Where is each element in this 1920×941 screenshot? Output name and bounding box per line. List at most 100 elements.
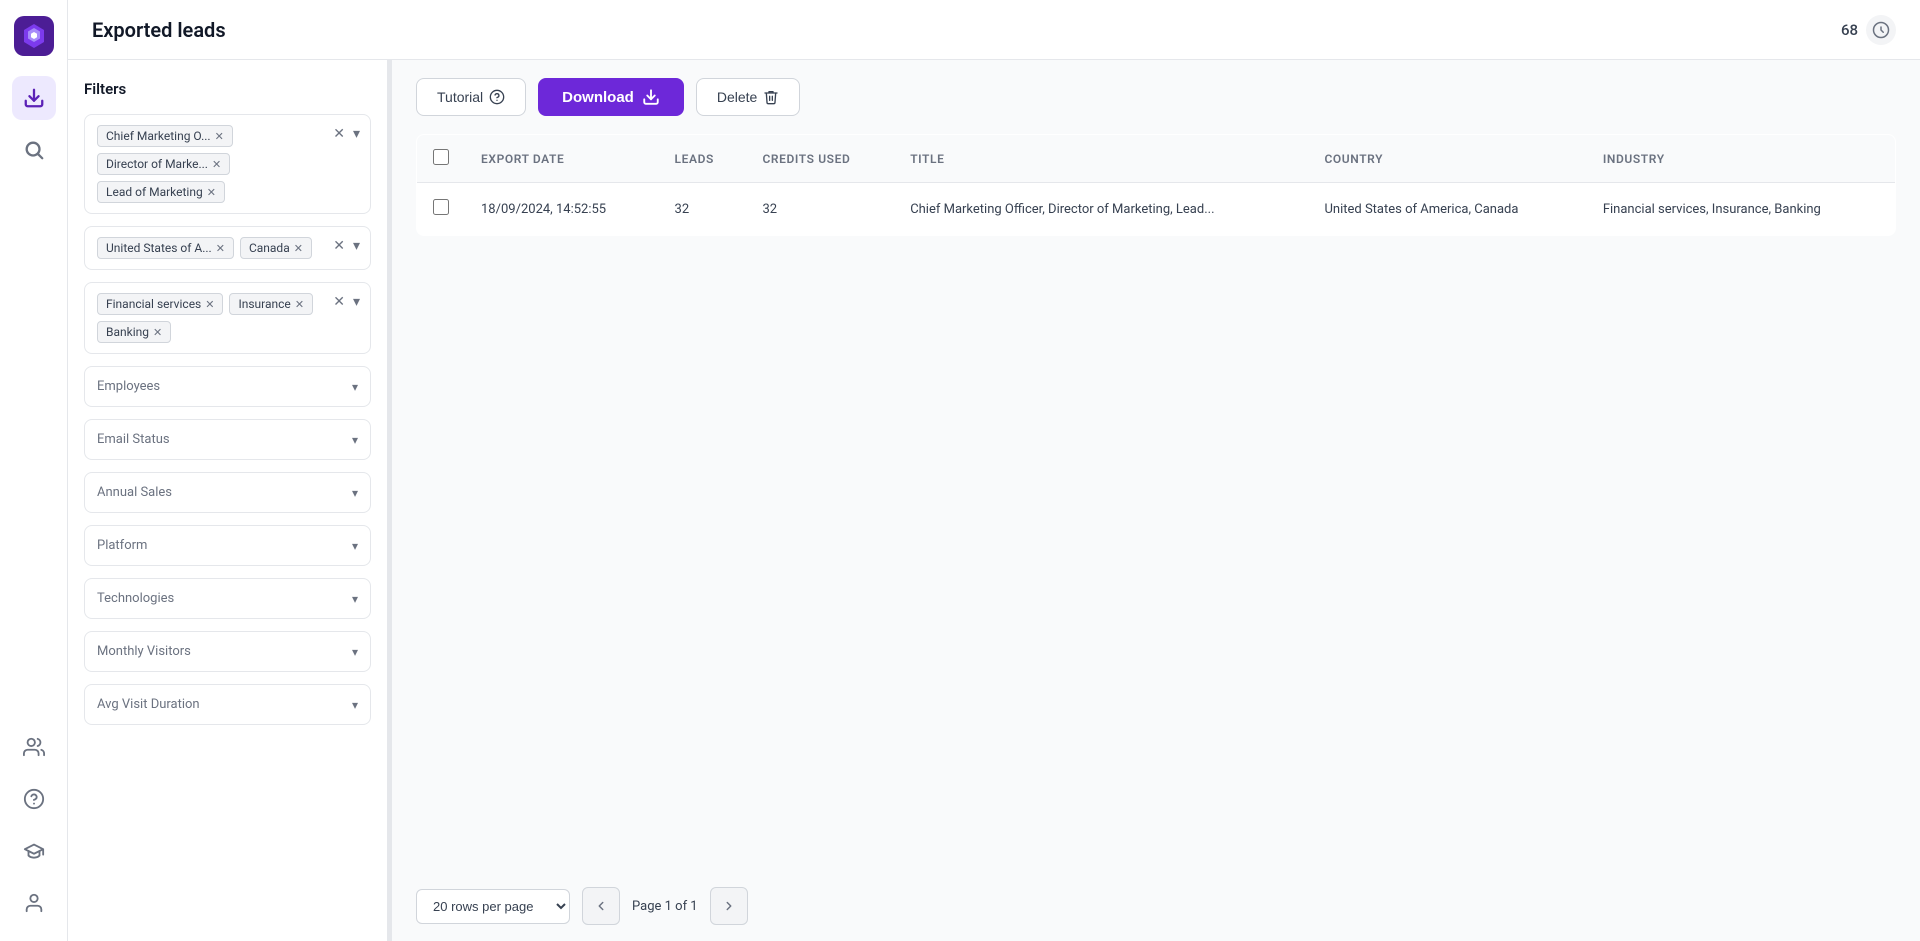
credits-icon <box>1866 15 1896 45</box>
col-export-date: EXPORT DATE <box>465 135 659 183</box>
col-leads: LEADS <box>659 135 747 183</box>
filter-email-status-label: Email Status <box>97 432 170 447</box>
filter-group-countries: United States of A... ✕ Canada ✕ ✕ ▾ <box>84 226 371 270</box>
filter-employees[interactable]: Employees ▾ <box>84 366 371 407</box>
filter-technologies-label: Technologies <box>97 591 174 606</box>
filter-group-industries: Financial services ✕ Insurance ✕ Banking… <box>84 282 371 354</box>
clear-filter-button[interactable]: ✕ <box>331 291 347 312</box>
main-content: Tutorial Download Delete <box>392 60 1920 941</box>
credits-count: 68 <box>1841 21 1858 39</box>
filter-actions: ✕ ▾ <box>331 291 362 312</box>
row-checkbox-cell <box>417 183 466 236</box>
expand-filter-button[interactable]: ▾ <box>351 123 362 144</box>
filter-platform[interactable]: Platform ▾ <box>84 525 371 566</box>
filter-group-titles: Chief Marketing O... ✕ Director of Marke… <box>84 114 371 214</box>
col-title: TITLE <box>894 135 1308 183</box>
nav-help-icon[interactable] <box>12 777 56 821</box>
tag-lead-marketing[interactable]: Lead of Marketing ✕ <box>97 181 225 203</box>
pagination: 20 rows per page 50 rows per page 100 ro… <box>392 871 1920 941</box>
table-row: 18/09/2024, 14:52:55 32 32 Chief Marketi… <box>417 183 1896 236</box>
toolbar: Tutorial Download Delete <box>392 60 1920 134</box>
tag-chief-marketing[interactable]: Chief Marketing O... ✕ <box>97 125 233 147</box>
filters-title: Filters <box>84 80 371 98</box>
col-industry: INDUSTRY <box>1587 135 1896 183</box>
cell-leads: 32 <box>659 183 747 236</box>
select-all-col <box>417 135 466 183</box>
filter-actions: ✕ ▾ <box>331 235 362 256</box>
tag-insurance[interactable]: Insurance ✕ <box>229 293 313 315</box>
tag-remove-icon[interactable]: ✕ <box>295 298 304 311</box>
chevron-down-icon: ▾ <box>352 486 358 500</box>
filter-email-status[interactable]: Email Status ▾ <box>84 419 371 460</box>
tags-container: Financial services ✕ Insurance ✕ Banking… <box>97 293 358 343</box>
nav-download-icon[interactable] <box>12 76 56 120</box>
question-icon <box>489 89 505 105</box>
row-checkbox[interactable] <box>433 199 449 215</box>
tag-remove-icon[interactable]: ✕ <box>205 298 214 311</box>
nav-education-icon[interactable] <box>12 829 56 873</box>
tutorial-button[interactable]: Tutorial <box>416 78 526 116</box>
tag-usa[interactable]: United States of A... ✕ <box>97 237 234 259</box>
leads-table: EXPORT DATE LEADS CREDITS USED TITLE COU… <box>416 134 1896 236</box>
expand-filter-button[interactable]: ▾ <box>351 291 362 312</box>
tag-remove-icon[interactable]: ✕ <box>153 326 162 339</box>
header-right: 68 <box>1841 15 1896 45</box>
cell-credits-used: 32 <box>746 183 894 236</box>
tags-container: United States of A... ✕ Canada ✕ <box>97 237 358 259</box>
tag-banking[interactable]: Banking ✕ <box>97 321 171 343</box>
top-header: Exported leads 68 <box>68 0 1920 60</box>
clear-filter-button[interactable]: ✕ <box>331 235 347 256</box>
filter-annual-sales[interactable]: Annual Sales ▾ <box>84 472 371 513</box>
filter-platform-label: Platform <box>97 538 147 553</box>
filter-avg-visit-duration[interactable]: Avg Visit Duration ▾ <box>84 684 371 725</box>
clear-filter-button[interactable]: ✕ <box>331 123 347 144</box>
table-header-row: EXPORT DATE LEADS CREDITS USED TITLE COU… <box>417 135 1896 183</box>
filter-monthly-visitors-label: Monthly Visitors <box>97 644 191 659</box>
tag-remove-icon[interactable]: ✕ <box>207 186 216 199</box>
nav-profile-icon[interactable] <box>12 881 56 925</box>
chevron-left-icon <box>594 899 608 913</box>
chevron-down-icon: ▾ <box>352 433 358 447</box>
nav-people-icon[interactable] <box>12 725 56 769</box>
filter-annual-sales-label: Annual Sales <box>97 485 172 500</box>
col-country: COUNTRY <box>1308 135 1586 183</box>
icon-rail <box>0 0 68 941</box>
download-button[interactable]: Download <box>538 78 684 116</box>
tag-remove-icon[interactable]: ✕ <box>294 242 303 255</box>
tag-remove-icon[interactable]: ✕ <box>215 130 224 143</box>
chevron-down-icon: ▾ <box>352 698 358 712</box>
download-icon <box>642 88 660 106</box>
cell-country: United States of America, Canada <box>1308 183 1586 236</box>
select-all-checkbox[interactable] <box>433 149 449 165</box>
filter-actions: ✕ ▾ <box>331 123 362 144</box>
expand-filter-button[interactable]: ▾ <box>351 235 362 256</box>
logo[interactable] <box>14 16 54 60</box>
tag-remove-icon[interactable]: ✕ <box>212 158 221 171</box>
prev-page-button[interactable] <box>582 887 620 925</box>
trash-icon <box>763 89 779 105</box>
cell-export-date: 18/09/2024, 14:52:55 <box>465 183 659 236</box>
page-title: Exported leads <box>92 18 226 42</box>
filter-monthly-visitors[interactable]: Monthly Visitors ▾ <box>84 631 371 672</box>
tag-canada[interactable]: Canada ✕ <box>240 237 312 259</box>
cell-title: Chief Marketing Officer, Director of Mar… <box>894 183 1308 236</box>
filter-technologies[interactable]: Technologies ▾ <box>84 578 371 619</box>
chevron-down-icon: ▾ <box>352 539 358 553</box>
rows-per-page-select[interactable]: 20 rows per page 50 rows per page 100 ro… <box>416 889 570 924</box>
filters-sidebar: Filters Chief Marketing O... ✕ Director … <box>68 60 388 941</box>
filter-avg-visit-duration-label: Avg Visit Duration <box>97 697 200 712</box>
tag-director-marketing[interactable]: Director of Marke... ✕ <box>97 153 230 175</box>
col-credits-used: CREDITS USED <box>746 135 894 183</box>
nav-search-icon[interactable] <box>12 128 56 172</box>
tag-remove-icon[interactable]: ✕ <box>216 242 225 255</box>
page-info: Page 1 of 1 <box>632 899 698 914</box>
delete-button[interactable]: Delete <box>696 78 800 116</box>
chevron-right-icon <box>722 899 736 913</box>
next-page-button[interactable] <box>710 887 748 925</box>
table-wrapper: EXPORT DATE LEADS CREDITS USED TITLE COU… <box>392 134 1920 871</box>
tags-container: Chief Marketing O... ✕ Director of Marke… <box>97 125 358 203</box>
chevron-down-icon: ▾ <box>352 645 358 659</box>
tag-financial[interactable]: Financial services ✕ <box>97 293 223 315</box>
chevron-down-icon: ▾ <box>352 592 358 606</box>
filter-employees-label: Employees <box>97 379 160 394</box>
